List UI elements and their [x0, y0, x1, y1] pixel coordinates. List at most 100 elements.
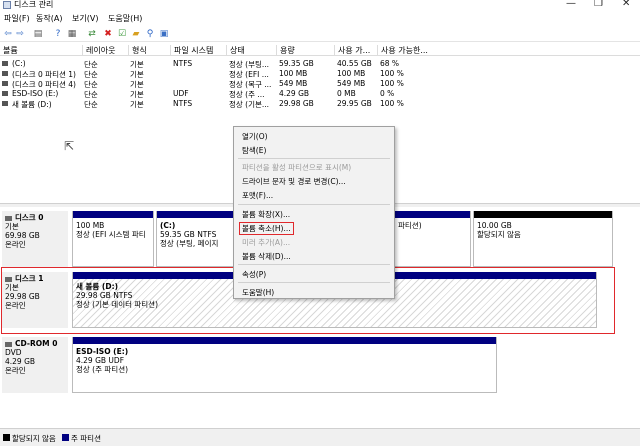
menu-item-delete-volume[interactable]: 볼륨 삭제(D)...: [242, 251, 291, 262]
cdrom-icon: [5, 341, 12, 347]
volume-cell: 40.55 GB: [337, 59, 372, 68]
properties-icon[interactable]: ▦: [66, 28, 78, 40]
column-header-status[interactable]: 상태: [226, 45, 245, 55]
window-title: 디스크 관리: [14, 0, 54, 9]
legend-swatch-primary: [62, 434, 69, 441]
check-icon[interactable]: ☑: [116, 28, 128, 40]
connect-icon[interactable]: ⇄: [86, 28, 98, 40]
partition-size: 4.29 GB UDF: [76, 356, 125, 365]
disk-status: 온라인: [5, 366, 26, 375]
volume-cell: UDF: [173, 89, 189, 98]
volume-row[interactable]: 새 볼륨 (D:) 단순 기본 NTFS 정상 (기본... 29.98 GB 29.95 …: [0, 99, 640, 109]
partition-recovery[interactable]: 파티션): [394, 211, 471, 267]
disk-management-app-icon: [3, 1, 11, 9]
volume-cell: 0 %: [380, 89, 395, 98]
partition-unallocated[interactable]: 10.00 GB 할당되지 않음: [473, 211, 613, 267]
volume-cell: 59.35 GB: [279, 59, 314, 68]
column-header-percent-free[interactable]: 사용 가능한...: [377, 45, 428, 55]
partition-size: 100 MB: [76, 221, 105, 230]
volume-row[interactable]: (디스크 0 파티션 1) 단순 기본 정상 (EFI ... 100 MB 100 MB…: [0, 69, 640, 79]
volume-cell: 100 MB: [337, 69, 366, 78]
partition-status: 정상 (EFI 시스템 파티: [76, 230, 146, 239]
partition-e[interactable]: ESD-ISO (E:) 4.29 GB UDF 정상 (주 파티션): [72, 337, 497, 393]
menu-item-extend-volume[interactable]: 볼륨 확장(X)...: [242, 209, 290, 220]
menu-action[interactable]: 동작(A): [36, 13, 62, 24]
partition-status: 정상 (부팅, 페이지: [160, 239, 219, 248]
drive-icon: [2, 101, 8, 106]
menu-item-change-drive-letter[interactable]: 드라이브 문자 및 경로 변경(C)...: [242, 176, 346, 187]
disk-row-cdrom: CD-ROM 0 DVD 4.29 GB 온라인 ESD-ISO (E:) 4.…: [0, 337, 640, 393]
volume-cell: 100 %: [380, 69, 404, 78]
volume-cell: NTFS: [173, 99, 193, 108]
drive-icon: [2, 61, 8, 66]
column-header-free-space[interactable]: 사용 가...: [334, 45, 370, 55]
drive-icon: [2, 91, 8, 96]
column-header-type[interactable]: 형식: [128, 45, 147, 55]
menu-item-properties[interactable]: 속성(P): [242, 269, 266, 280]
volume-cell: 29.98 GB: [279, 99, 314, 108]
disk-name: CD-ROM 0: [15, 339, 58, 348]
disk-icon: [5, 215, 12, 221]
menu-help[interactable]: 도움말(H): [108, 13, 142, 24]
volume-cell: 100 %: [380, 79, 404, 88]
menu-item-open[interactable]: 열기(O): [242, 131, 268, 142]
partition-name: (C:): [160, 221, 176, 230]
mouse-cursor-icon: ⇱: [64, 139, 75, 153]
volume-cell: ESD-ISO (E:): [12, 89, 59, 98]
volume-cell: 정상 (기본...: [229, 100, 270, 109]
menu-item-help[interactable]: 도움말(H): [242, 287, 274, 298]
disk-status: 온라인: [5, 240, 26, 249]
volume-cell: 68 %: [380, 59, 400, 68]
column-header-capacity[interactable]: 용량: [276, 45, 295, 55]
menu-item-mark-active: 파티션을 활성 파티션으로 표시(M): [242, 163, 352, 172]
disk-label-0[interactable]: 디스크 0 기본 69.98 GB 온라인: [2, 211, 68, 267]
partition-c[interactable]: (C:) 59.35 GB NTFS 정상 (부팅, 페이지: [156, 211, 234, 267]
menu-item-explore[interactable]: 탐색(E): [242, 145, 266, 156]
view-icon[interactable]: ▣: [158, 28, 170, 40]
volume-cell: 549 MB: [337, 79, 366, 88]
legend-label-unallocated: 할당되지 않음: [12, 434, 56, 443]
column-header-layout[interactable]: 레이아웃: [82, 45, 115, 55]
maximize-button[interactable]: ❐: [594, 0, 603, 9]
disk-name: 디스크 0: [15, 213, 44, 222]
volume-cell: NTFS: [173, 59, 193, 68]
volume-cell: (C:): [12, 59, 26, 68]
close-button[interactable]: ✕: [622, 0, 630, 9]
back-arrow-icon[interactable]: ⇦: [2, 28, 14, 40]
minimize-button[interactable]: —: [566, 0, 576, 9]
delete-icon[interactable]: ✖: [102, 28, 114, 40]
menu-item-format[interactable]: 포맷(F)...: [242, 190, 273, 201]
toolbar: ⇦ ⇨ ▤? ▦ ⇄ ✖ ☑ ▰ ⚲ ▣: [0, 26, 640, 42]
volume-cell: 100 MB: [279, 69, 308, 78]
partition-size: 59.35 GB NTFS: [160, 230, 217, 239]
drive-icon: [2, 81, 8, 86]
search-icon[interactable]: ⚲: [144, 28, 156, 40]
volume-list-header: 볼륨 레이아웃 형식 파일 시스템 상태 용량 사용 가... 사용 가능한..…: [0, 43, 640, 56]
volume-row[interactable]: (C:) 단순 기본 NTFS 정상 (부팅... 59.35 GB 40.55 GB 68 …: [0, 59, 640, 69]
partition-size: 10.00 GB: [477, 221, 512, 230]
volume-cell: 549 MB: [279, 79, 308, 88]
volume-cell: 0 MB: [337, 89, 356, 98]
menu-separator: [238, 264, 390, 265]
partition-status: 정상 (주 파티션): [76, 365, 129, 374]
forward-arrow-icon[interactable]: ⇨: [14, 28, 26, 40]
volume-cell: 100 %: [380, 99, 404, 108]
disk-size: 69.98 GB: [5, 231, 40, 240]
volume-cell: 29.95 GB: [337, 99, 372, 108]
disk-list-icon[interactable]: ▤: [32, 28, 44, 40]
partition-status: 할당되지 않음: [477, 230, 521, 239]
folder-icon[interactable]: ▰: [130, 28, 142, 40]
disk-size: 4.29 GB: [5, 357, 36, 366]
column-header-volume[interactable]: 볼륨: [0, 45, 18, 55]
disk-label-cdrom[interactable]: CD-ROM 0 DVD 4.29 GB 온라인: [2, 337, 68, 393]
drive-icon: [2, 71, 8, 76]
menu-view[interactable]: 보기(V): [72, 13, 98, 24]
column-header-filesystem[interactable]: 파일 시스템: [170, 45, 213, 55]
menu-item-shrink-volume[interactable]: 볼륨 축소(H)...: [239, 222, 294, 235]
volume-cell: 새 볼륨 (D:): [12, 100, 52, 109]
menu-file[interactable]: 파일(F): [4, 13, 30, 24]
partition-efi[interactable]: 100 MB 정상 (EFI 시스템 파티: [72, 211, 154, 267]
volume-row[interactable]: (디스크 0 파티션 4) 단순 기본 정상 (복구 ... 549 MB 549 MB 1…: [0, 79, 640, 89]
volume-row[interactable]: ESD-ISO (E:) 단순 기본 UDF 정상 (주 ... 4.29 GB 0 MB 0…: [0, 89, 640, 99]
help-icon[interactable]: ?: [52, 28, 64, 40]
